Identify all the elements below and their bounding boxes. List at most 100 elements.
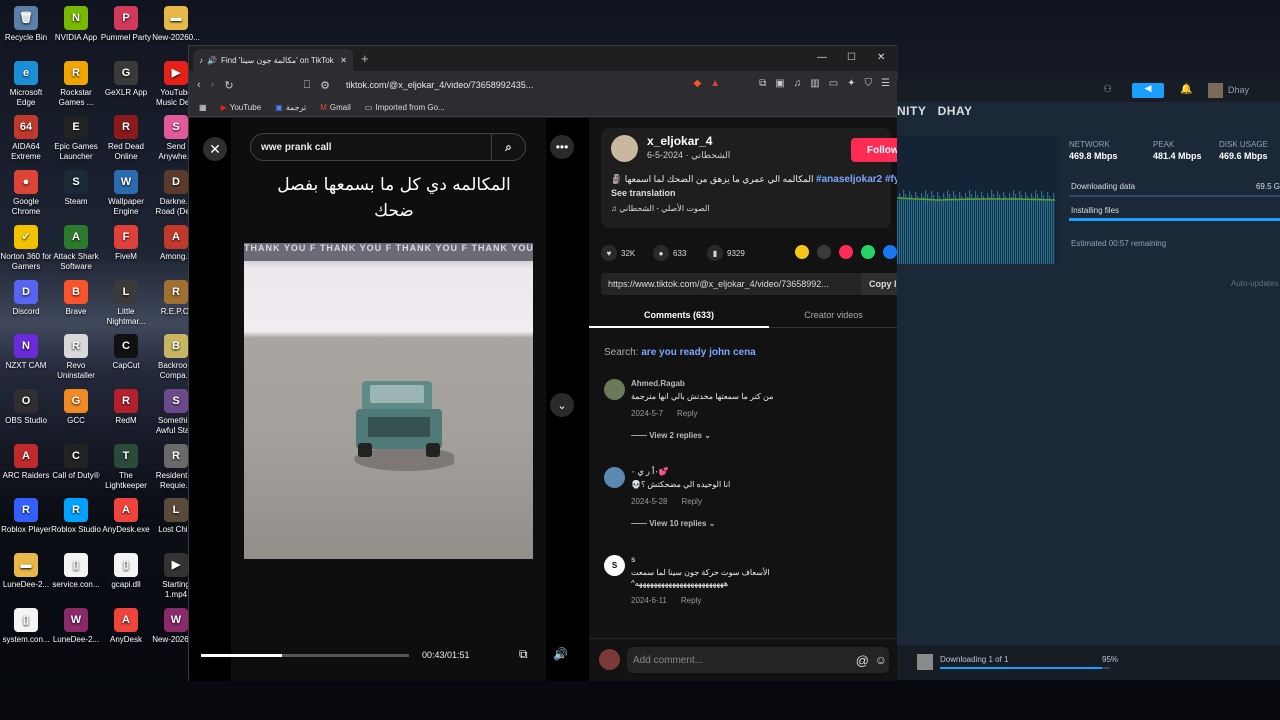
author-username[interactable]: x_eljokar_4 [647,134,712,148]
bookmark-youtube[interactable]: ▶ YouTube [221,103,262,112]
view-replies-button[interactable]: —— View 2 replies ⌄ [631,431,711,440]
desktop-icon[interactable]: N NVIDIA App [50,2,102,43]
desktop-icon[interactable]: e Microsoft Edge [0,57,52,108]
follow-button[interactable]: Follow [851,138,898,162]
steam-user[interactable]: Dhay [1228,85,1249,95]
search-suggestion[interactable]: Search: are you ready john cena [604,347,756,358]
wallet-icon[interactable]: ▭ [829,78,838,89]
close-window-button[interactable]: ✕ [877,52,885,63]
desktop-icon[interactable]: E Epic Games Launcher [50,111,102,162]
rewards-icon[interactable]: ▲ [710,78,720,89]
desktop-icon[interactable]: P Pummel Party [100,2,152,43]
steam-nav-label[interactable]: NITY DHAY [897,104,973,118]
bookmark-imported[interactable]: ▭ Imported from Go... [365,103,445,112]
share-facebook-icon[interactable] [883,245,897,259]
desktop-icon[interactable]: ● Google Chrome [0,166,52,217]
reload-icon[interactable]: ↻ [224,79,233,92]
hashtags[interactable]: #anaseljokar2 #fyp [816,174,898,185]
next-video-button[interactable]: ⌄ [550,393,574,417]
desktop-icon[interactable]: 64 AIDA64 Extreme [0,111,52,162]
avatar[interactable] [1208,83,1223,98]
desktop-icon[interactable]: R Revo Uninstaller [50,330,102,381]
new-tab-button[interactable]: + [361,51,369,66]
copy-link-button[interactable]: Copy link [861,273,898,295]
comment-author[interactable]: ٠أ ر ي ٠💕 [631,467,669,476]
apps-icon[interactable]: ▦ [199,103,207,112]
menu-icon[interactable]: ☰ [881,78,890,89]
emoji-icon[interactable]: ☺ [875,653,887,667]
back-icon[interactable]: ‹ [197,79,201,91]
notifications-icon[interactable]: 🔔 [1180,84,1192,95]
desktop-icon[interactable]: R Roblox Studio [50,494,102,535]
desktop-icon[interactable]: A AnyDesk [100,604,152,645]
sidebar-icon[interactable]: ▥ [810,78,819,89]
forward-icon[interactable]: › [211,79,215,91]
reply-button[interactable]: Reply [677,409,697,418]
site-info-icon[interactable]: ⚙ [320,79,330,92]
comment-avatar[interactable] [604,467,625,488]
friends-icon[interactable]: ⚇ [1103,84,1112,95]
desktop-icon[interactable]: R Roblox Player [0,494,52,535]
desktop-icon[interactable]: C CapCut [100,330,152,371]
address-bar[interactable]: tiktok.com/@x_eljokar_4/video/7365899243… [346,80,533,90]
search-button[interactable]: ⌕ [491,134,525,160]
tab-creator-videos[interactable]: Creator videos [769,304,898,328]
desktop-icon[interactable]: ▬ LuneDee-2... [0,549,52,590]
share-whatsapp-icon[interactable] [861,245,875,259]
speaker-icon[interactable]: 🔊 [207,56,217,65]
desktop-icon[interactable]: L Little Nightmar... [100,276,152,327]
desktop-icon[interactable]: ▯ gcapi.dll [100,549,152,590]
reply-button[interactable]: Reply [681,497,701,506]
search-input[interactable]: wwe prank call ⌕ [250,133,526,161]
desktop-icon[interactable]: C Call of Duty® [50,440,102,481]
leo-icon[interactable]: ✦ [847,78,855,89]
desktop-icon[interactable]: R RedM [100,385,152,426]
vpn-icon[interactable]: ⛉ [865,78,873,89]
game-thumbnail[interactable] [917,654,933,670]
video-player[interactable]: THANK YOU F THANK YOU F THANK YOU F THAN… [244,243,533,559]
desktop-icon[interactable]: G GCC [50,385,102,426]
share-embed-icon[interactable] [817,245,831,259]
desktop-icon[interactable]: S Steam [50,166,102,207]
mention-icon[interactable]: @ [856,653,869,668]
bookmark-gmail[interactable]: M Gmail [320,103,351,112]
close-video-button[interactable]: ✕ [203,137,227,161]
desktop-icon[interactable]: W Wallpaper Engine [100,166,152,217]
add-comment-input[interactable]: Add comment... @ ☺ [627,647,889,673]
desktop-icon[interactable]: G GeXLR App [100,57,152,98]
view-replies-button[interactable]: —— View 10 replies ⌄ [631,519,715,528]
desktop-icon[interactable]: A AnyDesk.exe [100,494,152,535]
bookmark-icon[interactable]: ⎕ [304,79,311,92]
comment-button[interactable]: ● 633 [653,245,686,261]
see-translation-link[interactable]: See translation [611,188,676,198]
desktop-icon[interactable]: ▯ system.con... [0,604,52,645]
desktop-icon[interactable]: N NZXT CAM [0,330,52,371]
pip-icon[interactable]: ⧉ [519,647,528,662]
comment-author[interactable]: Ahmed.Ragab [631,379,685,388]
announcements-icon[interactable]: ◀ [1132,83,1164,98]
screenshot-icon[interactable]: ▣ [775,78,784,89]
tab-comments[interactable]: Comments (633) [589,304,769,328]
desktop-icon[interactable]: T The Lightkeeper [100,440,152,491]
avatar[interactable] [611,135,638,162]
desktop-icon[interactable]: ▯ service.con... [50,549,102,590]
maximize-button[interactable]: ☐ [847,52,856,63]
minimize-button[interactable]: — [817,52,827,63]
bookmark-translate[interactable]: ▣ ترجمة [275,103,306,112]
desktop-icon[interactable]: F FiveM [100,221,152,262]
desktop-icon[interactable]: O OBS Studio [0,385,52,426]
desktop-icon[interactable]: B Brave [50,276,102,317]
video-progress-bar[interactable] [201,654,409,657]
video-link[interactable]: https://www.tiktok.com/@x_eljokar_4/vide… [608,279,829,289]
desktop-icon[interactable]: R Red Dead Online [100,111,152,162]
save-button[interactable]: ▮ 9329 [707,245,745,261]
download-status[interactable]: Downloading 1 of 1 [940,655,1009,664]
desktop-icon[interactable]: 🗑 Recycle Bin [0,2,52,43]
comment-avatar[interactable] [604,379,625,400]
desktop-icon[interactable]: ✓ Norton 360 for Gamers [0,221,52,272]
desktop-icon[interactable]: D Discord [0,276,52,317]
desktop-icon[interactable]: ▬ New-20260... [150,2,202,43]
music-icon[interactable]: ♫ [794,78,802,89]
brave-shield-icon[interactable]: ◆ [694,78,702,89]
share-repost-icon[interactable] [795,245,809,259]
